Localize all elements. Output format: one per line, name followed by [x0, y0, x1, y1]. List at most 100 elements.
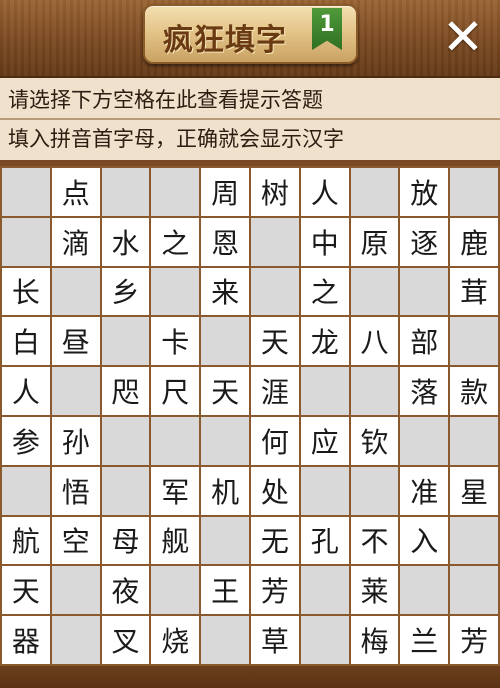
grid-cell-empty[interactable] [450, 566, 498, 615]
grid-cell-filled[interactable]: 舰 [151, 516, 200, 565]
grid-cell-empty[interactable] [201, 416, 249, 465]
grid-cell-filled[interactable]: 王 [201, 566, 249, 615]
grid-cell-filled[interactable]: 参 [2, 416, 50, 465]
grid-cell-filled[interactable]: 空 [51, 516, 100, 565]
grid-cell-filled[interactable]: 机 [201, 466, 249, 515]
grid-cell-filled[interactable]: 放 [400, 168, 449, 216]
grid-cell-filled[interactable]: 处 [250, 466, 299, 515]
grid-cell-empty[interactable] [350, 168, 399, 216]
grid-cell-filled[interactable]: 水 [101, 217, 150, 266]
grid-cell-filled[interactable]: 之 [300, 267, 349, 316]
grid-cell-filled[interactable]: 鹿 [450, 217, 498, 266]
grid-cell-filled[interactable]: 八 [350, 317, 399, 366]
grid-cell-filled[interactable]: 莱 [350, 566, 399, 615]
grid-cell-filled[interactable]: 来 [201, 267, 249, 316]
grid-cell-filled[interactable]: 星 [450, 466, 498, 515]
grid-cell-empty[interactable] [450, 317, 498, 366]
grid-cell-empty[interactable] [400, 416, 449, 465]
grid-cell-filled[interactable]: 之 [151, 217, 200, 266]
grid-cell-empty[interactable] [350, 267, 399, 316]
grid-cell-empty[interactable] [201, 616, 249, 664]
grid-cell-empty[interactable] [101, 466, 150, 515]
grid-cell-empty[interactable] [101, 168, 150, 216]
grid-cell-filled[interactable]: 兰 [400, 616, 449, 664]
grid-cell-filled[interactable]: 卡 [151, 317, 200, 366]
grid-cell-filled[interactable]: 尺 [151, 367, 200, 415]
grid-cell-empty[interactable] [300, 566, 349, 615]
grid-cell-filled[interactable]: 何 [250, 416, 299, 465]
grid-cell-filled[interactable]: 人 [300, 168, 349, 216]
grid-cell-empty[interactable] [2, 466, 50, 515]
grid-cell-filled[interactable]: 树 [250, 168, 299, 216]
grid-cell-filled[interactable]: 芳 [450, 616, 498, 664]
grid-cell-filled[interactable]: 天 [201, 367, 249, 415]
grid-cell-filled[interactable]: 应 [300, 416, 349, 465]
grid-cell-empty[interactable] [400, 267, 449, 316]
grid-cell-empty[interactable] [250, 217, 299, 266]
grid-cell-filled[interactable]: 乡 [101, 267, 150, 316]
grid-cell-filled[interactable]: 无 [250, 516, 299, 565]
grid-cell-filled[interactable]: 部 [400, 317, 449, 366]
grid-cell-filled[interactable]: 孔 [300, 516, 349, 565]
grid-cell-filled[interactable]: 涯 [250, 367, 299, 415]
grid-cell-filled[interactable]: 点 [51, 168, 100, 216]
grid-cell-empty[interactable] [201, 516, 249, 565]
grid-cell-filled[interactable]: 母 [101, 516, 150, 565]
grid-cell-empty[interactable] [2, 217, 50, 266]
grid-cell-filled[interactable]: 航 [2, 516, 50, 565]
grid-cell-empty[interactable] [51, 566, 100, 615]
grid-cell-filled[interactable]: 夜 [101, 566, 150, 615]
grid-cell-empty[interactable] [250, 267, 299, 316]
grid-cell-empty[interactable] [300, 616, 349, 664]
grid-cell-filled[interactable]: 长 [2, 267, 50, 316]
grid-cell-filled[interactable]: 悟 [51, 466, 100, 515]
grid-cell-empty[interactable] [450, 168, 498, 216]
grid-cell-filled[interactable]: 款 [450, 367, 498, 415]
grid-cell-filled[interactable]: 天 [250, 317, 299, 366]
grid-cell-filled[interactable]: 滴 [51, 217, 100, 266]
grid-cell-filled[interactable]: 不 [350, 516, 399, 565]
grid-cell-filled[interactable]: 落 [400, 367, 449, 415]
grid-cell-empty[interactable] [350, 466, 399, 515]
grid-cell-empty[interactable] [101, 416, 150, 465]
grid-cell-filled[interactable]: 龙 [300, 317, 349, 366]
close-button[interactable]: ✕ [438, 12, 488, 62]
grid-cell-empty[interactable] [51, 616, 100, 664]
grid-cell-filled[interactable]: 逐 [400, 217, 449, 266]
grid-cell-filled[interactable]: 草 [250, 616, 299, 664]
grid-cell-empty[interactable] [151, 416, 200, 465]
grid-cell-filled[interactable]: 茸 [450, 267, 498, 316]
grid-cell-filled[interactable]: 恩 [201, 217, 249, 266]
grid-cell-filled[interactable]: 周 [201, 168, 249, 216]
grid-cell-filled[interactable]: 人 [2, 367, 50, 415]
grid-cell-empty[interactable] [400, 566, 449, 615]
grid-cell-filled[interactable]: 烧 [151, 616, 200, 664]
grid-cell-empty[interactable] [450, 516, 498, 565]
grid-cell-empty[interactable] [2, 168, 50, 216]
grid-cell-empty[interactable] [151, 566, 200, 615]
grid-cell-filled[interactable]: 入 [400, 516, 449, 565]
grid-cell-filled[interactable]: 中 [300, 217, 349, 266]
grid-cell-empty[interactable] [151, 267, 200, 316]
grid-cell-empty[interactable] [300, 367, 349, 415]
grid-cell-filled[interactable]: 梅 [350, 616, 399, 664]
grid-cell-filled[interactable]: 军 [151, 466, 200, 515]
grid-cell-filled[interactable]: 钦 [350, 416, 399, 465]
grid-cell-filled[interactable]: 天 [2, 566, 50, 615]
grid-cell-filled[interactable]: 昼 [51, 317, 100, 366]
grid-cell-empty[interactable] [101, 317, 150, 366]
grid-cell-filled[interactable]: 咫 [101, 367, 150, 415]
grid-cell-filled[interactable]: 原 [350, 217, 399, 266]
grid-cell-empty[interactable] [350, 367, 399, 415]
grid-cell-empty[interactable] [51, 367, 100, 415]
grid-cell-filled[interactable]: 芳 [250, 566, 299, 615]
grid-cell-empty[interactable] [51, 267, 100, 316]
grid-cell-empty[interactable] [450, 416, 498, 465]
grid-cell-filled[interactable]: 孙 [51, 416, 100, 465]
grid-cell-empty[interactable] [151, 168, 200, 216]
grid-cell-filled[interactable]: 叉 [101, 616, 150, 664]
grid-cell-filled[interactable]: 器 [2, 616, 50, 664]
grid-cell-empty[interactable] [300, 466, 349, 515]
grid-cell-filled[interactable]: 准 [400, 466, 449, 515]
grid-cell-filled[interactable]: 白 [2, 317, 50, 366]
